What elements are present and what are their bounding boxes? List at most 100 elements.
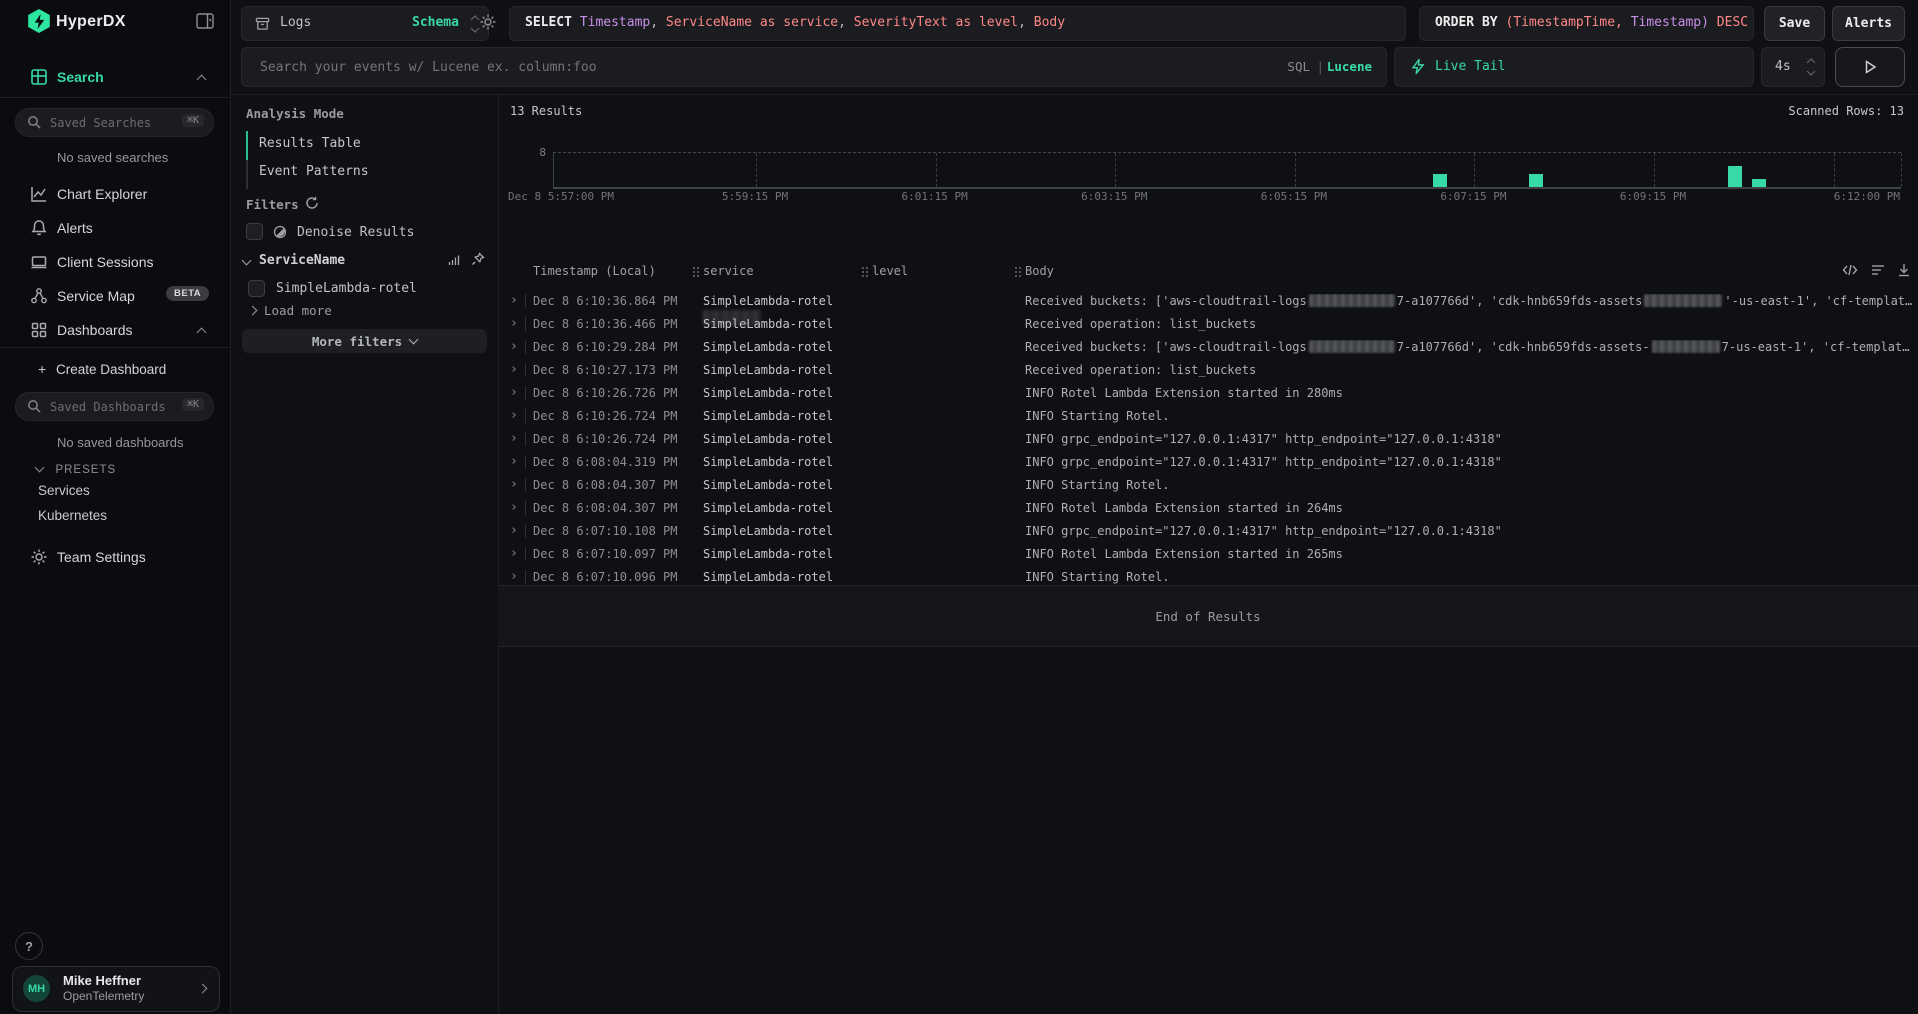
no-saved-searches-note: No saved searches [57, 150, 168, 165]
col-body[interactable]: Body [1025, 264, 1054, 278]
log-row[interactable]: ›Dec 8 6:08:04.319 PMSimpleLambda-rotelI… [498, 451, 1918, 474]
expand-row-icon[interactable]: › [510, 477, 518, 492]
play-icon [1864, 60, 1877, 74]
sidebar-item-alerts[interactable]: Alerts [0, 217, 230, 241]
gear-icon[interactable] [479, 13, 497, 31]
expand-row-icon[interactable]: › [510, 523, 518, 538]
cell-timestamp: Dec 8 6:07:10.096 PM [533, 570, 678, 584]
expand-row-icon[interactable]: › [510, 408, 518, 423]
log-row[interactable]: ›Dec 8 6:07:10.097 PMSimpleLambda-rotelI… [498, 543, 1918, 566]
row-separator [525, 317, 526, 331]
order-by-input[interactable]: ORDER BY (TimestampTime, Timestamp) DESC [1419, 6, 1754, 41]
facet-chart-icon[interactable] [447, 253, 461, 267]
facet-name[interactable]: ServiceName [259, 253, 345, 268]
saved-searches-search[interactable]: ⌘K [15, 108, 214, 137]
preset-item-services[interactable]: Services [38, 483, 90, 498]
expand-row-icon[interactable]: › [510, 385, 518, 400]
histogram-bar[interactable] [1728, 166, 1742, 187]
log-row[interactable]: ›Dec 8 6:10:26.726 PMSimpleLambda-rotelI… [498, 382, 1918, 405]
sidebar-item-service-map[interactable]: Service Map BETA [0, 285, 230, 309]
sidebar-item-chart-explorer[interactable]: Chart Explorer [0, 183, 230, 207]
histogram-bar[interactable] [1752, 179, 1766, 188]
source-select[interactable]: Logs Schema [241, 6, 489, 41]
mode-results-table[interactable]: Results Table [259, 136, 361, 151]
facet-value-label[interactable]: SimpleLambda-rotel [276, 281, 417, 296]
expand-row-icon[interactable]: › [510, 569, 518, 584]
sql-token: Timestamp) [1631, 15, 1709, 30]
saved-dashboards-input[interactable] [48, 393, 172, 420]
log-row[interactable]: ›Dec 8 6:10:36.864 PMSimpleLambda-rotelR… [498, 290, 1918, 313]
denoise-checkbox[interactable] [246, 223, 263, 240]
interval-stepper[interactable]: 4s [1761, 47, 1825, 87]
col-timestamp[interactable]: Timestamp (Local) [533, 264, 656, 278]
histogram-bar[interactable] [1529, 174, 1543, 187]
saved-searches-input[interactable] [48, 109, 172, 136]
expand-row-icon[interactable]: › [510, 431, 518, 446]
chevron-down-icon[interactable] [242, 256, 252, 266]
schema-label[interactable]: Schema [412, 15, 459, 30]
live-tail-button[interactable]: Live Tail [1394, 47, 1754, 87]
pin-icon[interactable] [471, 252, 485, 266]
refresh-icon[interactable] [305, 196, 319, 210]
sql-token: , [650, 15, 666, 30]
event-search-box[interactable]: SQL | Lucene [241, 47, 1387, 87]
expand-row-icon[interactable]: › [510, 500, 518, 515]
code-view-icon[interactable] [1842, 262, 1858, 278]
active-mode-indicator [246, 131, 248, 160]
gridline [1115, 153, 1116, 187]
log-row[interactable]: ›Dec 8 6:10:27.173 PMSimpleLambda-rotelR… [498, 359, 1918, 382]
col-service[interactable]: service [703, 264, 754, 278]
alerts-button[interactable]: Alerts [1832, 6, 1905, 41]
expand-row-icon[interactable]: › [510, 293, 518, 308]
log-row[interactable]: ›Dec 8 6:10:26.724 PMSimpleLambda-rotelI… [498, 405, 1918, 428]
column-drag-handle[interactable] [861, 266, 868, 277]
expand-row-icon[interactable]: › [510, 339, 518, 354]
help-button[interactable]: ? [15, 932, 43, 960]
col-level[interactable]: level [872, 264, 908, 278]
event-search-input[interactable] [258, 48, 1162, 86]
log-row[interactable]: ›Dec 8 6:10:29.284 PMSimpleLambda-rotelR… [498, 336, 1918, 359]
cell-service: SimpleLambda-rotel [703, 409, 833, 423]
sidebar-item-search[interactable]: Search [0, 66, 230, 90]
facet-value-checkbox[interactable] [248, 280, 265, 297]
sidebar-item-client-sessions[interactable]: Client Sessions [0, 251, 230, 275]
results-histogram[interactable] [553, 152, 1901, 189]
create-dashboard-button[interactable]: + Create Dashboard [0, 359, 230, 383]
lang-sql[interactable]: SQL [1287, 59, 1310, 74]
download-icon[interactable] [1896, 262, 1912, 278]
expand-row-icon[interactable]: › [510, 454, 518, 469]
chevron-up-icon[interactable] [197, 75, 207, 85]
presets-toggle[interactable]: PRESETS [36, 460, 116, 478]
beta-badge: BETA [166, 286, 209, 301]
wrap-lines-icon[interactable] [1870, 262, 1886, 278]
log-row[interactable]: ›Dec 8 6:10:26.724 PMSimpleLambda-rotelI… [498, 428, 1918, 451]
log-row[interactable]: ›Dec 8 6:07:10.108 PMSimpleLambda-rotelI… [498, 520, 1918, 543]
lang-lucene[interactable]: Lucene [1327, 59, 1372, 74]
cell-body: INFO Rotel Lambda Extension started in 2… [1025, 547, 1918, 561]
column-drag-handle[interactable] [1014, 266, 1021, 277]
load-more-link[interactable]: Load more [264, 303, 332, 318]
chevron-up-icon[interactable] [197, 328, 207, 338]
more-filters-button[interactable]: More filters [242, 329, 487, 353]
log-row[interactable]: ›Dec 8 6:08:04.307 PMSimpleLambda-rotelI… [498, 497, 1918, 520]
sidebar-item-team-settings[interactable]: Team Settings [0, 546, 230, 570]
expand-row-icon[interactable]: › [510, 546, 518, 561]
column-drag-handle[interactable] [692, 266, 699, 277]
collapse-sidebar-icon[interactable] [196, 13, 214, 29]
select-query-input[interactable]: SELECT Timestamp, ServiceName as service… [509, 6, 1406, 41]
user-menu[interactable]: MH Mike Heffner OpenTelemetry [12, 966, 220, 1012]
sql-token: (TimestampTime, [1505, 15, 1622, 30]
mode-event-patterns[interactable]: Event Patterns [259, 164, 369, 179]
saved-dashboards-search[interactable]: ⌘K [15, 392, 214, 421]
save-button[interactable]: Save [1764, 6, 1825, 41]
preset-item-kubernetes[interactable]: Kubernetes [38, 508, 107, 523]
log-row[interactable]: ›Dec 8 6:08:04.307 PMSimpleLambda-rotelI… [498, 474, 1918, 497]
play-button[interactable] [1835, 47, 1905, 87]
expand-row-icon[interactable]: › [510, 316, 518, 331]
sidebar-item-dashboards[interactable]: Dashboards [0, 319, 230, 343]
log-row[interactable]: ›Dec 8 6:10:36.466 PMSimpleLambda-rotelR… [498, 313, 1918, 336]
x-axis-tick: 6:07:15 PM [1440, 190, 1506, 203]
expand-row-icon[interactable]: › [510, 362, 518, 377]
hyperdx-logo-icon[interactable] [27, 9, 51, 33]
histogram-bar[interactable] [1433, 174, 1447, 187]
